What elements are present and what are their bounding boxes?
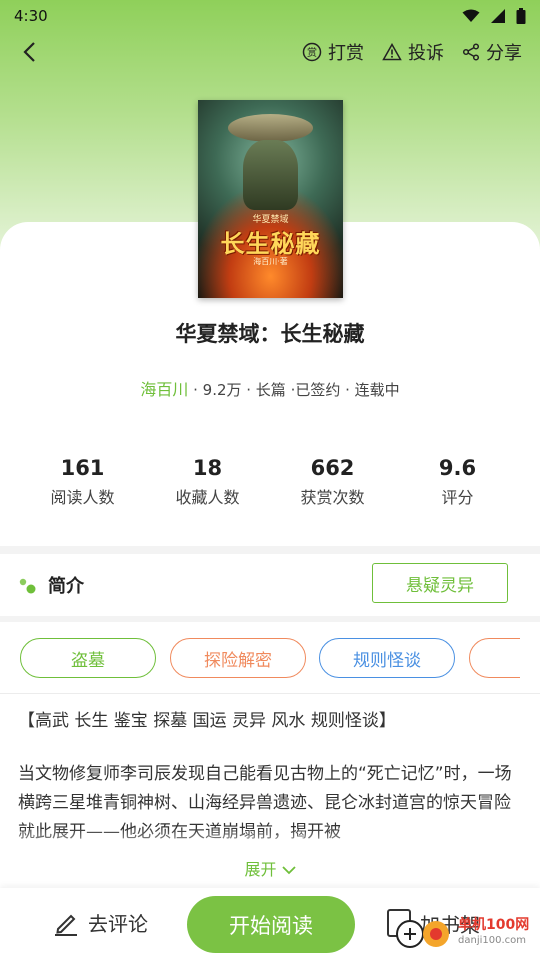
comment-button[interactable]: 去评论 [52, 908, 148, 937]
section-divider [0, 616, 540, 622]
signal-icon [491, 9, 505, 23]
author-link[interactable]: 海百川 [140, 380, 188, 399]
expand-label: 展开 [244, 860, 277, 879]
battery-icon [516, 8, 526, 24]
tag-chip[interactable]: 规则怪谈 [319, 638, 455, 678]
top-actions: 赏 打赏 投诉 分享 [302, 39, 522, 65]
tag-chip[interactable]: 盗墓 [20, 638, 156, 678]
stat-rewards: 662 获赏次数 [270, 456, 395, 508]
stats-row: 161 阅读人数 18 收藏人数 662 获赏次数 9.6 评分 [20, 456, 520, 508]
watermark-site-name: 单机100网 [458, 917, 530, 933]
chevron-down-icon [281, 866, 296, 875]
watermark-text: 单机100网 danji100.com [458, 918, 529, 948]
book-title: 华夏禁域：长生秘藏 [175, 322, 365, 346]
reward-button[interactable]: 赏 打赏 [302, 39, 364, 65]
stat-value: 18 [192, 456, 223, 480]
cover-author: 海百川·著 [253, 257, 288, 266]
status-bar: 4:30 [0, 0, 540, 32]
tag-chip[interactable]: 探险解密 [170, 638, 306, 678]
genre-button[interactable]: 悬疑灵异 [372, 563, 508, 603]
report-button[interactable]: 投诉 [382, 39, 444, 65]
stat-value: 9.6 [438, 456, 477, 480]
book-meta: 海百川 · 9.2万 · 长篇 ·已签约 · 连载中 [0, 376, 540, 400]
intro-header: 简介 悬疑灵异 [0, 556, 540, 614]
stat-favorites: 18 收藏人数 [145, 456, 270, 508]
stat-readers: 161 阅读人数 [20, 456, 145, 508]
expand-button[interactable]: 展开 [0, 856, 540, 880]
watermark-logo-icon [396, 920, 449, 948]
stat-label: 收藏人数 [175, 488, 240, 507]
keywords-text: 【高武 长生 鉴宝 探墓 国运 灵异 风水 规则怪谈】 [18, 711, 396, 731]
site-watermark: 单机100网 danji100.com [394, 916, 529, 950]
intro-label: 简介 [48, 576, 84, 597]
warning-icon [382, 43, 402, 61]
comment-label: 去评论 [88, 912, 148, 936]
cover-bronze-disc [228, 114, 313, 142]
top-bar: 赏 打赏 投诉 分享 [0, 32, 540, 72]
share-button[interactable]: 分享 [462, 39, 522, 65]
back-button[interactable] [14, 37, 44, 67]
share-icon [462, 43, 480, 61]
back-arrow-icon [23, 42, 35, 62]
wifi-icon [462, 9, 480, 22]
report-label: 投诉 [408, 43, 444, 64]
tag-list: 盗墓 探险解密 规则怪谈 [20, 638, 520, 678]
status-icons [462, 8, 526, 24]
status-time: 4:30 [14, 7, 48, 25]
intro-dots-icon [19, 578, 36, 594]
description-fade [0, 828, 540, 858]
reward-icon-char: 赏 [307, 47, 317, 59]
stat-label: 获赏次数 [300, 488, 365, 507]
start-reading-button[interactable]: 开始阅读 [187, 896, 355, 953]
stat-value: 161 [60, 456, 105, 480]
stat-rating: 9.6 评分 [395, 456, 520, 508]
cover-big-title: 长生秘藏 [220, 230, 321, 258]
stat-label: 阅读人数 [50, 488, 115, 507]
reward-label: 打赏 [328, 43, 364, 64]
share-label: 分享 [486, 43, 522, 64]
pencil-icon [55, 914, 77, 936]
section-divider [0, 546, 540, 554]
stat-label: 评分 [441, 488, 474, 507]
book-meta-rest: · 9.2万 · 长篇 ·已签约 · 连载中 [188, 381, 400, 399]
watermark-domain: danji100.com [458, 935, 526, 946]
reward-icon: 赏 [302, 42, 322, 62]
stat-value: 662 [310, 456, 355, 480]
tag-chip[interactable] [469, 638, 520, 678]
divider [0, 693, 540, 694]
cover-figure [243, 140, 298, 210]
book-cover[interactable]: 华夏禁域 长生秘藏 海百川·著 [198, 100, 343, 298]
